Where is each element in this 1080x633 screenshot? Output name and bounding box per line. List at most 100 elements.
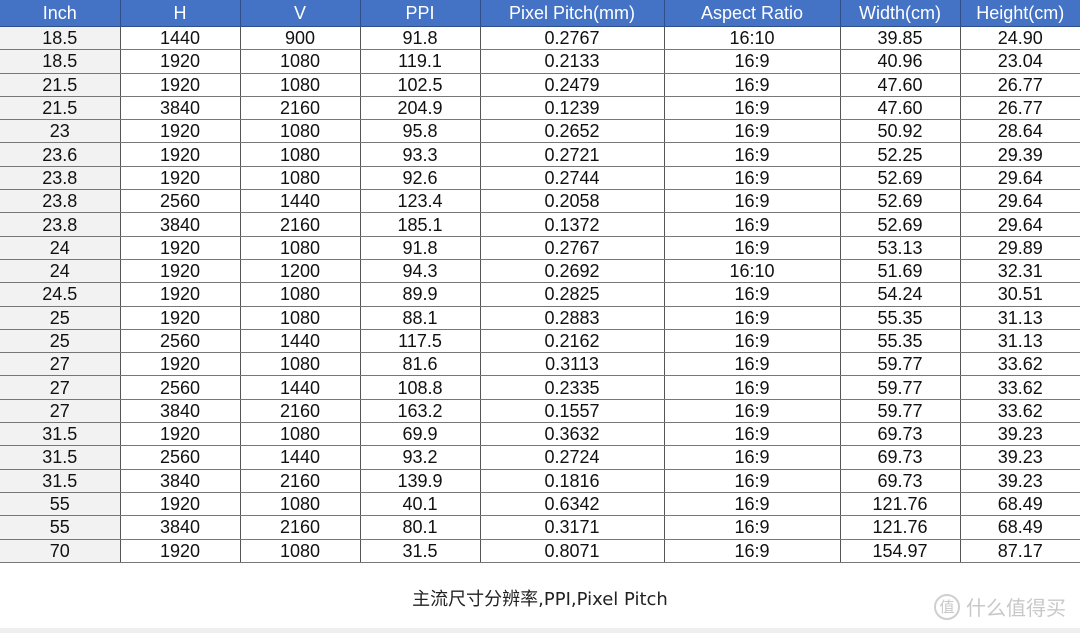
cell-pixel-pitch: 0.3113 (480, 352, 665, 377)
cell-ppi: 93.3 (360, 142, 481, 167)
cell-pixel-pitch: 0.2058 (480, 189, 665, 214)
table-row: 23.6 1920 1080 93.3 0.2721 16:9 52.25 29.39 (0, 142, 1080, 167)
cell-v: 1080 (240, 306, 361, 330)
header-aspect-ratio: Aspect Ratio (664, 0, 841, 27)
cell-v: 1080 (240, 236, 361, 260)
table-row: 27 2560 1440 108.8 0.2335 16:9 59.77 33.62 (0, 375, 1080, 400)
table-row: 18.5 1440 900 91.8 0.2767 16:10 39.85 24.90 (0, 26, 1080, 51)
cell-v: 2160 (240, 212, 361, 237)
cell-width: 52.69 (840, 189, 961, 214)
cell-aspect-ratio: 16:9 (664, 96, 841, 121)
cell-pixel-pitch: 0.2825 (480, 282, 665, 307)
cell-pixel-pitch: 0.3171 (480, 515, 665, 540)
cell-inch: 24 (0, 236, 121, 260)
cell-ppi: 204.9 (360, 96, 481, 121)
cell-h: 2560 (120, 375, 241, 400)
cell-aspect-ratio: 16:9 (664, 166, 841, 191)
cell-width: 47.60 (840, 73, 961, 97)
cell-ppi: 94.3 (360, 259, 481, 284)
table-row: 23.8 2560 1440 123.4 0.2058 16:9 52.69 29.64 (0, 189, 1080, 214)
cell-h: 1920 (120, 352, 241, 377)
cell-aspect-ratio: 16:9 (664, 306, 841, 330)
cell-width: 121.76 (840, 492, 961, 517)
cell-width: 40.96 (840, 49, 961, 74)
cell-aspect-ratio: 16:9 (664, 492, 841, 517)
header-v: V (240, 0, 361, 27)
cell-h: 1920 (120, 142, 241, 167)
cell-h: 1920 (120, 166, 241, 191)
cell-inch: 23.8 (0, 166, 121, 191)
cell-ppi: 102.5 (360, 73, 481, 97)
cell-v: 1440 (240, 375, 361, 400)
cell-pixel-pitch: 0.2479 (480, 73, 665, 97)
cell-width: 52.69 (840, 166, 961, 191)
cell-h: 1920 (120, 539, 241, 563)
header-height: Height(cm) (960, 0, 1080, 27)
cell-inch: 21.5 (0, 73, 121, 97)
table-row: 18.5 1920 1080 119.1 0.2133 16:9 40.96 23.04 (0, 49, 1080, 74)
cell-pixel-pitch: 0.2767 (480, 26, 665, 51)
cell-height: 39.23 (960, 445, 1080, 470)
cell-pixel-pitch: 0.2744 (480, 166, 665, 191)
cell-height: 87.17 (960, 539, 1080, 563)
cell-width: 50.92 (840, 119, 961, 144)
cell-aspect-ratio: 16:9 (664, 375, 841, 400)
cell-width: 69.73 (840, 422, 961, 447)
cell-height: 33.62 (960, 352, 1080, 377)
cell-ppi: 91.8 (360, 26, 481, 51)
cell-width: 47.60 (840, 96, 961, 121)
cell-inch: 21.5 (0, 96, 121, 121)
cell-inch: 18.5 (0, 26, 121, 51)
cell-v: 1080 (240, 539, 361, 563)
cell-inch: 18.5 (0, 49, 121, 74)
cell-aspect-ratio: 16:9 (664, 189, 841, 214)
cell-aspect-ratio: 16:9 (664, 236, 841, 260)
cell-h: 1920 (120, 119, 241, 144)
cell-v: 1440 (240, 189, 361, 214)
watermark: 值 什么值得买 (934, 592, 1066, 621)
cell-h: 2560 (120, 189, 241, 214)
cell-width: 59.77 (840, 375, 961, 400)
cell-aspect-ratio: 16:9 (664, 515, 841, 540)
cell-inch: 70 (0, 539, 121, 563)
cell-pixel-pitch: 0.2767 (480, 236, 665, 260)
cell-height: 39.23 (960, 422, 1080, 447)
monitor-spec-table: Inch H V PPI Pixel Pitch(mm) Aspect Rati… (0, 0, 1080, 563)
cell-h: 2560 (120, 329, 241, 354)
cell-width: 154.97 (840, 539, 961, 563)
cell-inch: 27 (0, 399, 121, 424)
bottom-divider (0, 628, 1080, 633)
cell-height: 31.13 (960, 329, 1080, 354)
cell-pixel-pitch: 0.1557 (480, 399, 665, 424)
table-body: 18.5 1440 900 91.8 0.2767 16:10 39.85 24.90 18.5… (0, 26, 1080, 563)
table-row: 23.8 1920 1080 92.6 0.2744 16:9 52.69 29.64 (0, 166, 1080, 191)
cell-ppi: 185.1 (360, 212, 481, 237)
cell-inch: 25 (0, 329, 121, 354)
cell-ppi: 117.5 (360, 329, 481, 354)
table-row: 31.5 2560 1440 93.2 0.2724 16:9 69.73 39.23 (0, 445, 1080, 470)
cell-aspect-ratio: 16:9 (664, 422, 841, 447)
cell-inch: 24.5 (0, 282, 121, 307)
header-width: Width(cm) (840, 0, 961, 27)
cell-h: 1440 (120, 26, 241, 51)
table-header-row: Inch H V PPI Pixel Pitch(mm) Aspect Rati… (0, 0, 1080, 27)
table-row: 24 1920 1080 91.8 0.2767 16:9 53.13 29.89 (0, 236, 1080, 260)
cell-h: 1920 (120, 422, 241, 447)
cell-ppi: 108.8 (360, 375, 481, 400)
cell-ppi: 40.1 (360, 492, 481, 517)
cell-pixel-pitch: 0.1372 (480, 212, 665, 237)
cell-aspect-ratio: 16:9 (664, 119, 841, 144)
cell-height: 33.62 (960, 375, 1080, 400)
cell-height: 32.31 (960, 259, 1080, 284)
cell-inch: 23.6 (0, 142, 121, 167)
cell-width: 51.69 (840, 259, 961, 284)
table-row: 23.8 3840 2160 185.1 0.1372 16:9 52.69 29.64 (0, 212, 1080, 237)
cell-ppi: 31.5 (360, 539, 481, 563)
cell-v: 900 (240, 26, 361, 51)
header-h: H (120, 0, 241, 27)
cell-height: 31.13 (960, 306, 1080, 330)
cell-height: 68.49 (960, 492, 1080, 517)
cell-ppi: 123.4 (360, 189, 481, 214)
cell-inch: 23 (0, 119, 121, 144)
cell-inch: 27 (0, 375, 121, 400)
